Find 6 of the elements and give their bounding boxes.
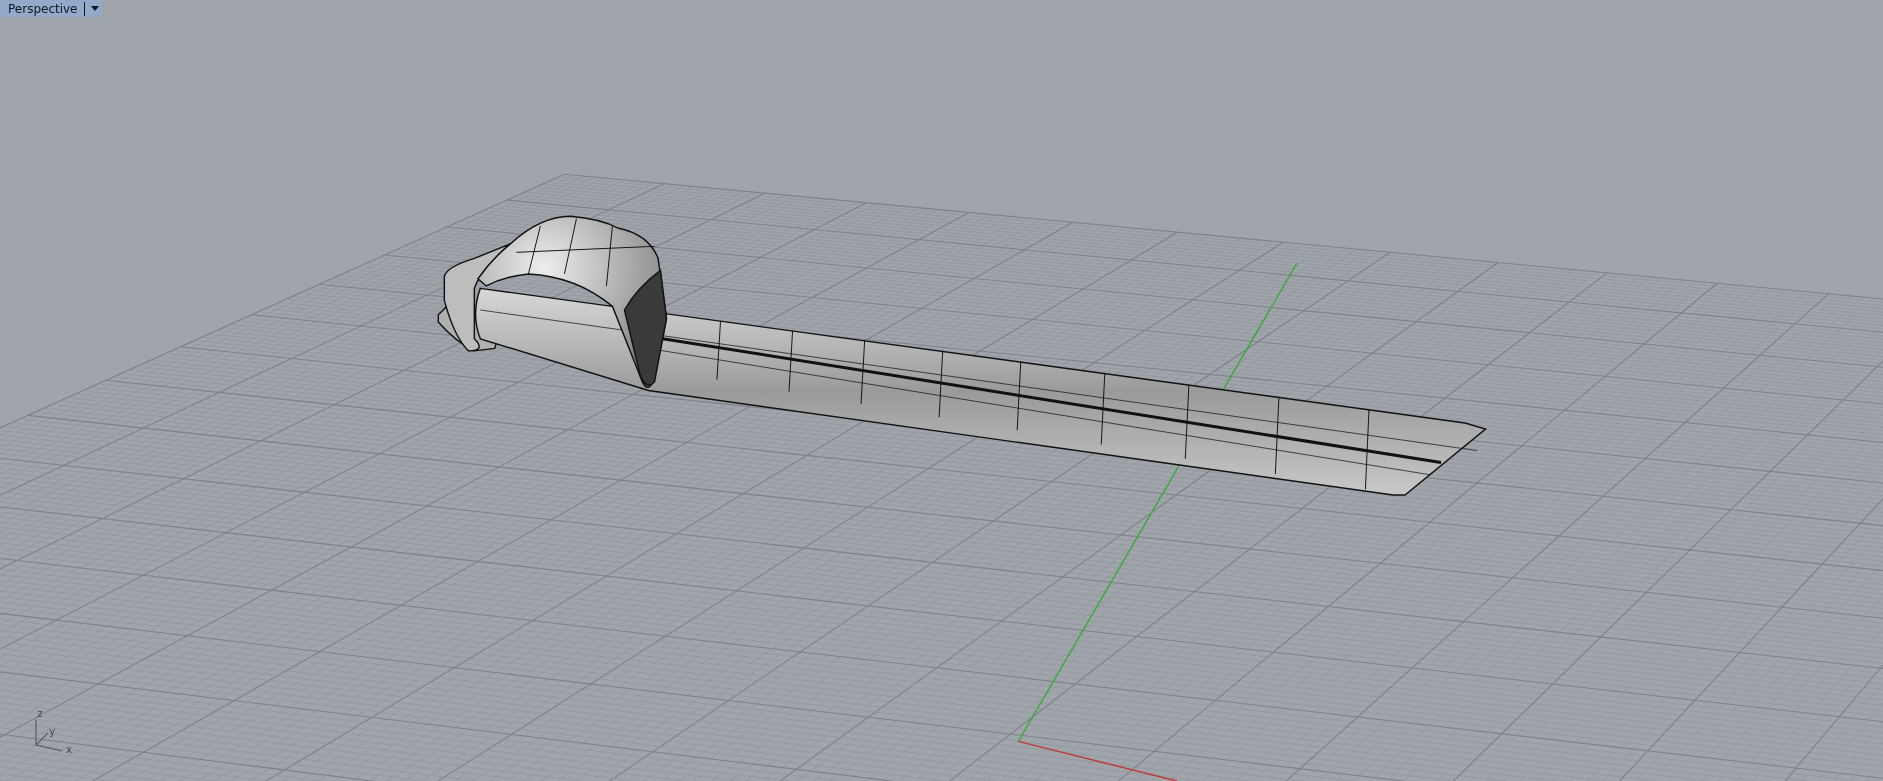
axes-icon xyxy=(35,719,63,752)
axis-label: z xyxy=(37,708,43,720)
caret-icon xyxy=(90,6,99,11)
axis-label: y xyxy=(49,726,56,738)
viewport-tab[interactable]: Perspective xyxy=(0,0,102,17)
axis-label: x xyxy=(66,744,73,756)
